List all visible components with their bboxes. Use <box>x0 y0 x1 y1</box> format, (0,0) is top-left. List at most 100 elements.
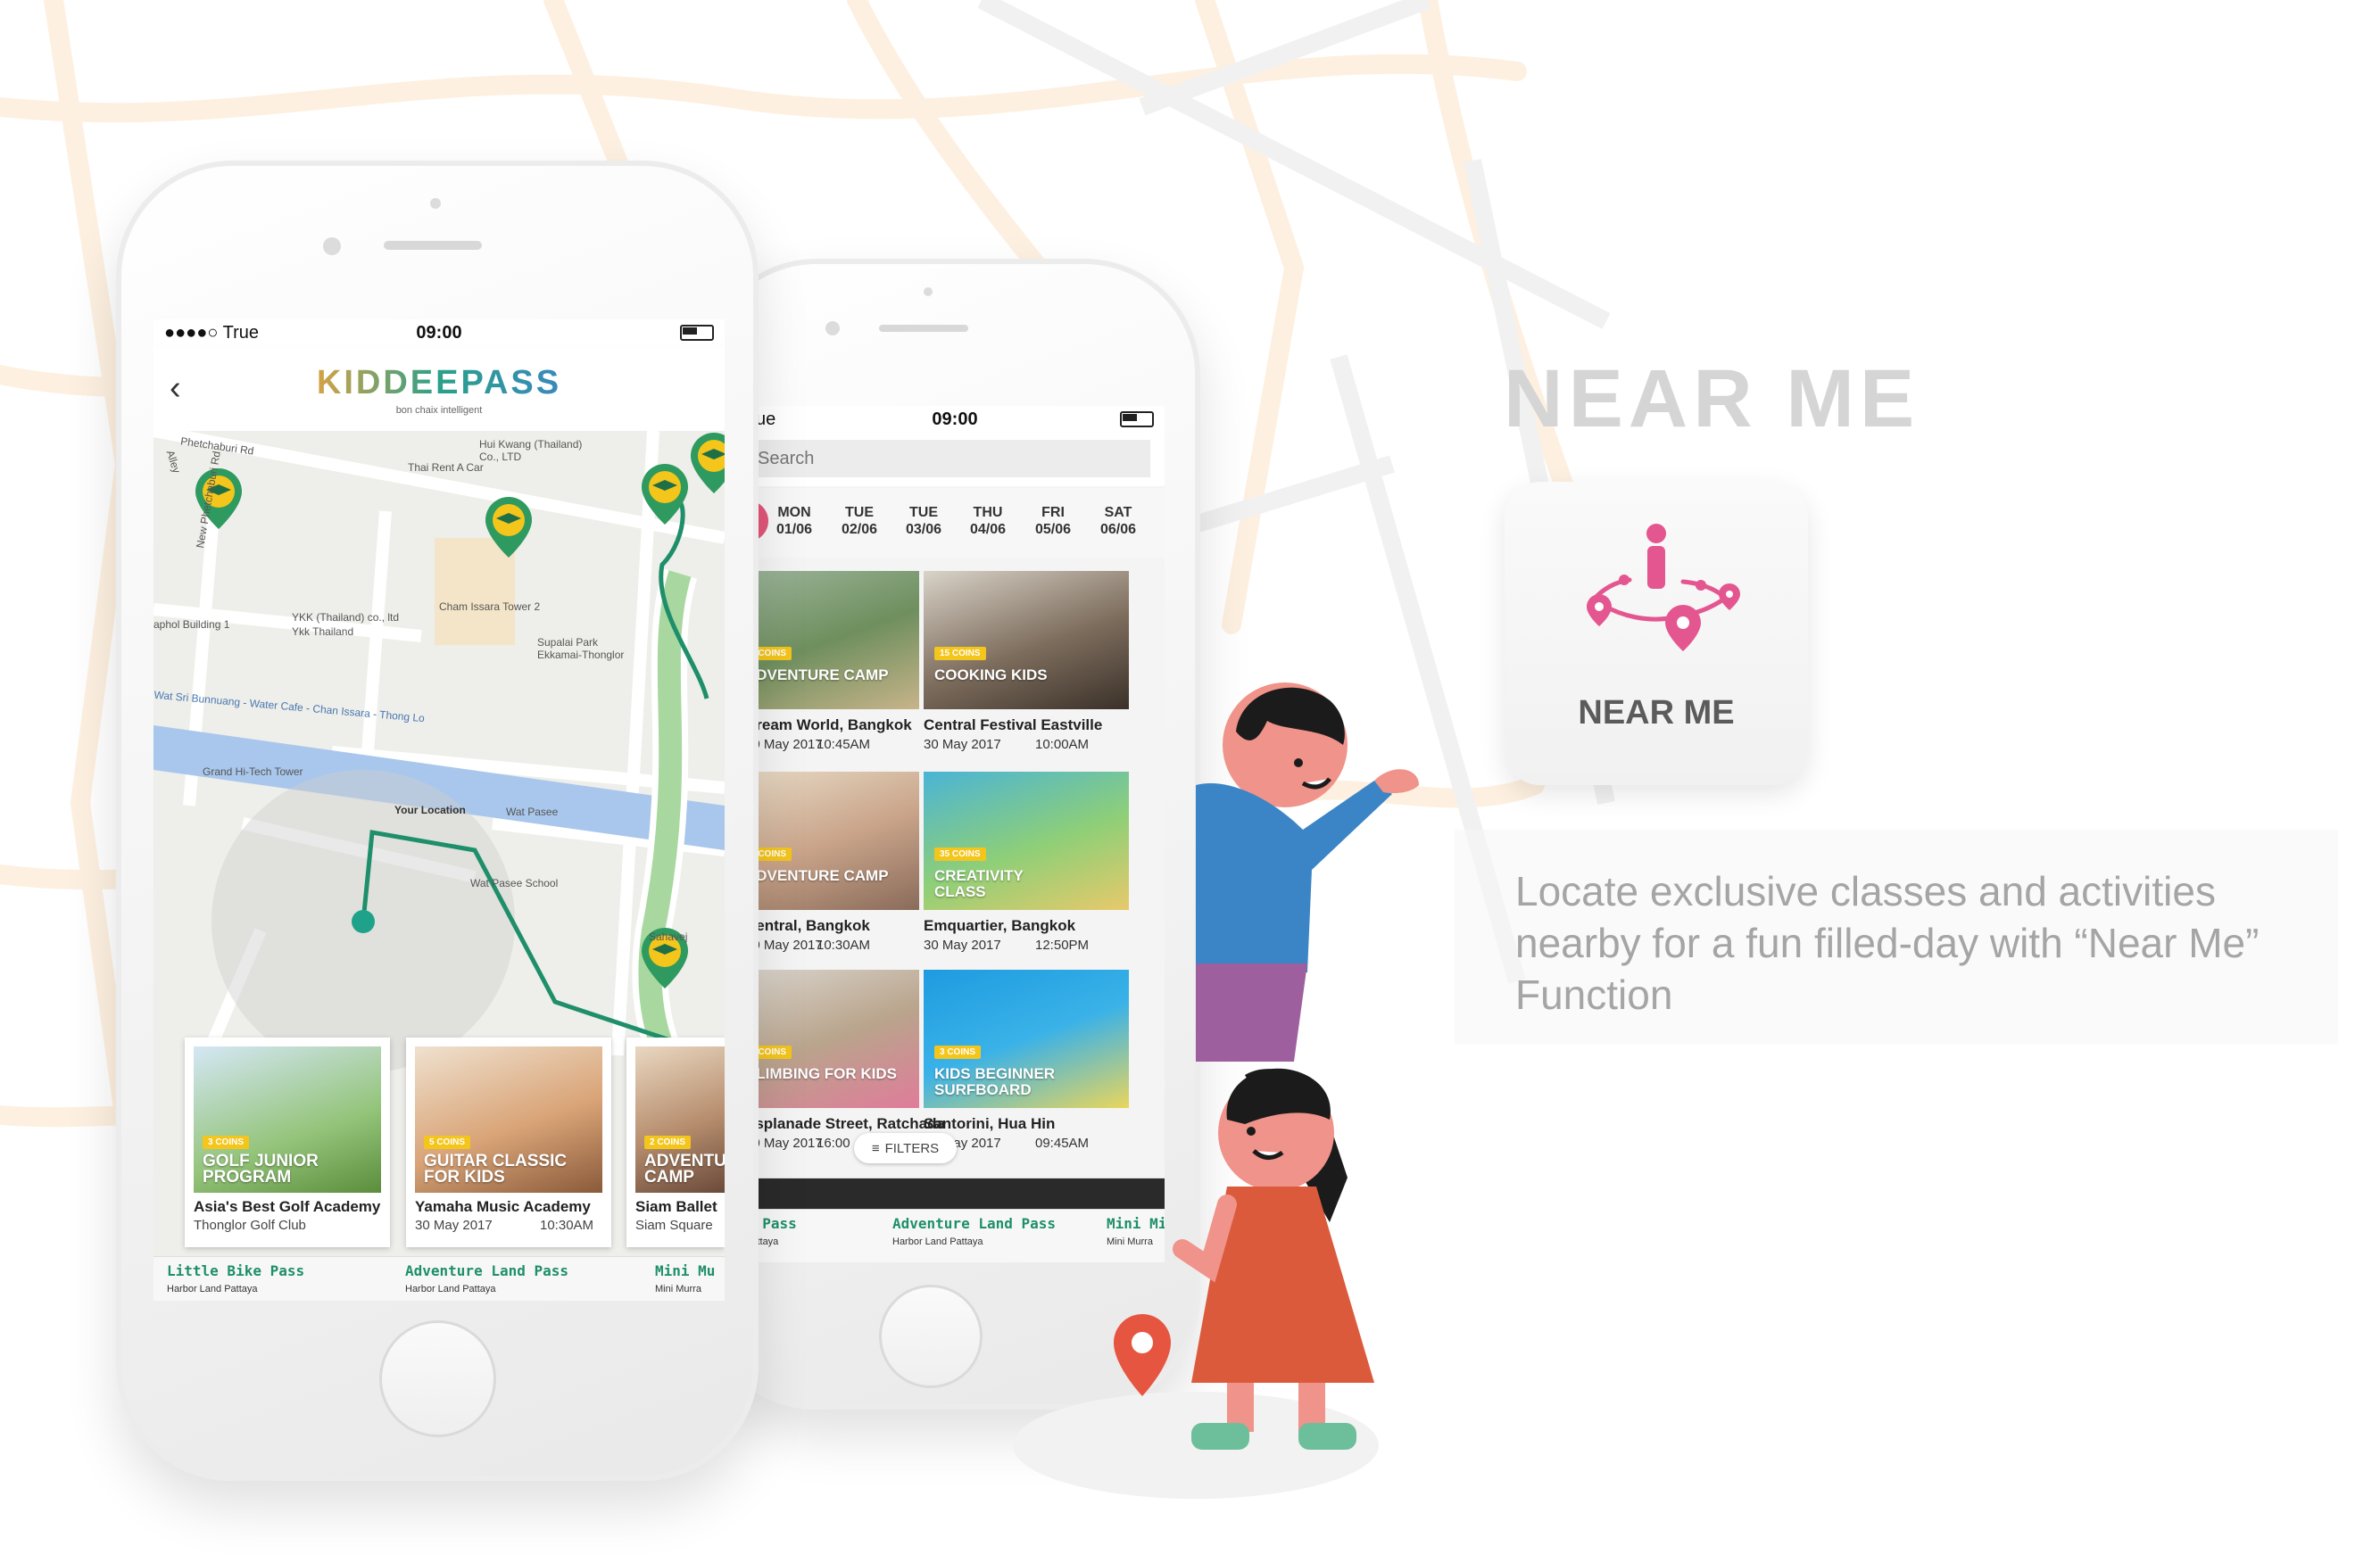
activity-tile[interactable]: 2 COINS ADVENTURE CAMP Dream World, Bang… <box>745 571 950 772</box>
status-carrier: ●●●●○ True <box>164 322 259 343</box>
kids-illustration <box>1013 682 1419 1499</box>
activity-tile[interactable]: 2 COINS ADVENTURE CAMP Central, Bangkok … <box>745 772 924 972</box>
day-name: TUE <box>845 505 874 520</box>
phone-right-statusbar: ue 09:00 <box>745 406 1165 433</box>
pass-subtitle: Harbor Land Pattaya <box>405 1284 496 1294</box>
activity-date: 30 May 2017 <box>924 938 1001 953</box>
day-item[interactable]: TUE 03/06 <box>892 504 955 538</box>
activity-card[interactable]: 2 COINS ADVENTU CAMP Siam Ballet Siam Sq… <box>626 1038 725 1247</box>
phone-left-home-button[interactable] <box>379 1320 496 1437</box>
activity-title: GOLF JUNIOR PROGRAM <box>203 1152 319 1187</box>
activity-title: ADVENTURE CAMP <box>745 666 889 683</box>
day-date: 06/06 <box>1099 522 1137 537</box>
phone-right-camera <box>825 321 840 335</box>
phone-left-screen: ●●●●○ True 09:00 ‹ KIDDEEPASS bon chaix … <box>153 319 725 1301</box>
day-item[interactable]: SAT 06/06 <box>1087 504 1149 538</box>
map-place-label: Cham Issara Tower 2 <box>439 600 541 613</box>
battery-icon <box>680 325 714 341</box>
phone-left-sensor <box>430 198 441 209</box>
activity-title: CLIMBING FOR KIDS <box>745 1065 897 1082</box>
map-place-label: Hui Kwang (Thailand) Co., LTD <box>479 438 583 463</box>
activity-photo: 5 COINS GUITAR CLASSIC FOR KIDS <box>415 1046 602 1193</box>
coins-badge: 2 COINS <box>644 1136 692 1149</box>
graduation-cap-pin-icon[interactable] <box>689 431 725 495</box>
pass-strip: Little Bike Pass Harbor Land Pattaya Adv… <box>153 1256 725 1301</box>
activity-venue: Esplanade Street, Ratchada <box>745 1115 945 1132</box>
activity-photo: 3 COINS GOLF JUNIOR PROGRAM <box>194 1046 381 1193</box>
day-name: MON <box>777 505 811 520</box>
feature-description: Locate exclusive classes and activities … <box>1515 868 2260 1018</box>
coins-badge: 15 COINS <box>934 647 986 660</box>
coins-badge: 5 COINS <box>424 1136 471 1149</box>
headline: NEAR ME <box>1504 353 1920 444</box>
map-place-label: Sahavej <box>649 930 688 943</box>
coins-badge: 3 COINS <box>934 1046 982 1059</box>
app-header: ‹ KIDDEEPASS bon chaix intelligent <box>153 346 725 431</box>
near-me-location-icon <box>1587 524 1740 651</box>
date-picker: MON 01/06 TUE 02/06 TUE 03/06 THU 04/06 FRI 0… <box>745 488 1165 558</box>
pass-subtitle: Harbor Land Pattaya <box>167 1284 258 1294</box>
search-input[interactable] <box>750 440 1150 477</box>
day-item[interactable]: THU 04/06 <box>957 504 1019 538</box>
day-item[interactable]: TUE 02/06 <box>828 504 891 538</box>
my-location-label: Your Location <box>394 804 466 816</box>
map-place-label: Grand Hi-Tech Tower <box>203 765 303 778</box>
phone-left-camera <box>323 237 341 255</box>
day-item[interactable]: MON 01/06 <box>763 504 825 538</box>
map-view[interactable]: Phetchaburi Rd New Phetchaburi Rd Alley … <box>153 431 725 1301</box>
filters-label: FILTERS <box>884 1140 940 1156</box>
status-carrier: ue <box>756 409 776 429</box>
day-name: FRI <box>1041 505 1065 520</box>
activity-time: 10:45AM <box>817 737 871 752</box>
filters-icon: ≡ <box>871 1140 880 1156</box>
coins-badge: 3 COINS <box>203 1136 250 1149</box>
status-time: 09:00 <box>416 322 462 343</box>
day-date: 05/06 <box>1034 522 1072 537</box>
near-me-feature-card[interactable]: NEAR ME <box>1505 482 1808 785</box>
map-place-label: aphol Building 1 <box>153 618 230 631</box>
pass-subtitle: Mini Murra <box>655 1284 701 1294</box>
phone-right-sensor <box>924 287 933 296</box>
activity-time: 10:30AM <box>540 1218 594 1233</box>
graduation-cap-pin-icon[interactable] <box>640 462 690 526</box>
coins-badge: 35 COINS <box>934 848 986 861</box>
map-place-label: Supalai Park Ekkamai-Thonglor <box>537 636 625 661</box>
near-me-feature-label: NEAR ME <box>1578 694 1735 732</box>
pass-title[interactable]: Mini Mu <box>655 1262 715 1279</box>
phone-left-statusbar: ●●●●○ True 09:00 <box>153 319 725 346</box>
day-date: 01/06 <box>775 522 813 537</box>
map-place-label: Thai Rent A Car <box>408 461 484 474</box>
activity-card[interactable]: 3 COINS GOLF JUNIOR PROGRAM Asia's Best … <box>185 1038 390 1247</box>
activity-venue: Asia's Best Golf Academy <box>194 1198 381 1215</box>
pass-title[interactable]: Little Bike Pass <box>167 1262 304 1279</box>
activity-title: GUITAR CLASSIC FOR KIDS <box>424 1152 568 1187</box>
activity-venue: Dream World, Bangkok <box>745 716 912 733</box>
day-name: THU <box>973 505 1003 520</box>
activity-photo: 5 COINS CLIMBING FOR KIDS <box>745 970 919 1108</box>
pass-title[interactable]: Adventure Land Pass <box>405 1262 568 1279</box>
day-name: SAT <box>1104 505 1132 520</box>
activity-title: ADVENTURE CAMP <box>745 867 889 884</box>
status-time: 09:00 <box>932 409 978 429</box>
map-place-label: Ykk Thailand <box>292 625 354 638</box>
activity-photo: 2 COINS ADVENTURE CAMP <box>745 571 919 709</box>
day-date: 04/06 <box>969 522 1007 537</box>
battery-icon <box>1120 411 1154 427</box>
day-item[interactable]: FRI 05/06 <box>1022 504 1084 538</box>
filters-button[interactable]: ≡ FILTERS <box>854 1133 957 1163</box>
map-place-label: YKK (Thailand) co., ltd <box>292 611 400 624</box>
activity-venue: Yamaha Music Academy <box>415 1198 591 1215</box>
activity-photo: 2 COINS ADVENTU CAMP <box>635 1046 725 1193</box>
activity-time: 16:00 <box>817 1136 850 1151</box>
activity-card[interactable]: 5 COINS GUITAR CLASSIC FOR KIDS Yamaha M… <box>406 1038 611 1247</box>
activity-time: 10:30AM <box>817 938 871 953</box>
pass-subtitle: Harbor Land Pattaya <box>892 1236 983 1247</box>
graduation-cap-pin-icon[interactable] <box>484 495 534 559</box>
activity-photo: 2 COINS ADVENTURE CAMP <box>745 772 919 910</box>
app-tagline: bon chaix intelligent <box>395 405 483 416</box>
activity-date: 30 May 2017 <box>924 737 1001 752</box>
phone-right-speaker <box>879 325 968 332</box>
phone-right-home-button[interactable] <box>879 1285 983 1388</box>
map-place-label: Wat Pasee School <box>470 877 559 889</box>
activity-venue: Siam Ballet <box>635 1198 717 1215</box>
